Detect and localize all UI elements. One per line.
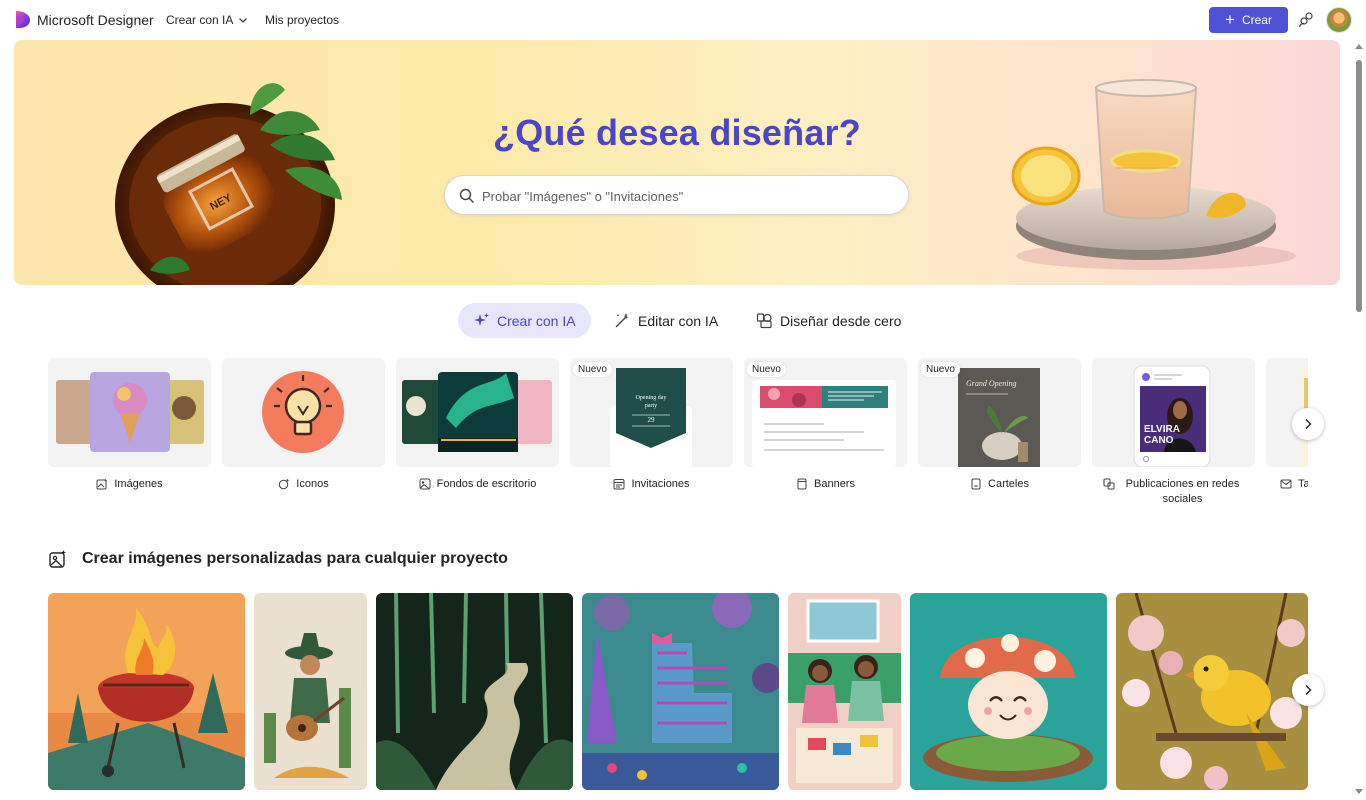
- category-cards-label: Ta: [1298, 478, 1308, 490]
- social-posts-preview: ELVIRA CANO: [1133, 365, 1211, 467]
- mode-tabs: Crear con IA Editar con IA Diseñar desde…: [0, 303, 1366, 339]
- gallery-next-button[interactable]: [1292, 674, 1324, 706]
- create-button[interactable]: + Crear: [1209, 7, 1288, 33]
- category-thumbnail: ELVIRA CANO: [1092, 358, 1255, 467]
- gallery-image-forest-path[interactable]: [376, 593, 573, 790]
- image-sparkle-icon: [49, 550, 66, 568]
- wallpapers-preview: [402, 372, 552, 452]
- category-social-posts-label: Publicaciones en redes sociales: [1125, 478, 1240, 505]
- poster-icon: [971, 478, 981, 490]
- invitation-card-text-1: Opening day: [636, 395, 667, 401]
- social-card-text-1: ELVIRA: [1144, 424, 1180, 435]
- category-posters-label: Carteles: [988, 478, 1029, 490]
- new-badge: Nuevo: [747, 362, 786, 377]
- category-thumbnail: Opening day party 29 Nuevo: [570, 358, 733, 467]
- image-sparkle-icon: [96, 478, 108, 490]
- category-wallpapers-label: Fondos de escritorio: [436, 478, 537, 490]
- category-invitations[interactable]: Opening day party 29 Nuevo Invitaciones: [570, 358, 733, 492]
- mail-icon: [1280, 479, 1292, 489]
- category-icons[interactable]: Iconos: [222, 358, 385, 492]
- section-header: Crear imágenes personalizadas para cualq…: [48, 549, 508, 569]
- hero-banner: NEY ¿Qué desea diseñar?: [14, 40, 1340, 285]
- category-thumbnail: [222, 358, 385, 467]
- category-social-posts[interactable]: ELVIRA CANO Publicaciones en redes socia…: [1092, 358, 1255, 507]
- magic-wand-icon: [615, 313, 628, 328]
- tab-create-with-ai-label: Crear con IA: [497, 312, 576, 329]
- gallery-image-pinata[interactable]: [582, 593, 779, 790]
- brand[interactable]: Microsoft Designer: [14, 10, 154, 29]
- category-thumbnail: [396, 358, 559, 467]
- tab-design-from-scratch-label: Diseñar desde cero: [780, 312, 902, 329]
- scroll-up-arrow-icon[interactable]: [1355, 44, 1363, 49]
- calendar-icon: [613, 479, 625, 490]
- category-posters[interactable]: Grand Opening Nuevo Carteles: [918, 358, 1081, 492]
- images-preview: [56, 372, 204, 452]
- section-title: Crear imágenes personalizadas para cualq…: [82, 550, 508, 567]
- new-badge: Nuevo: [921, 362, 960, 377]
- scroll-thumb[interactable]: [1356, 60, 1362, 312]
- image-gallery: [48, 593, 1308, 790]
- icons-preview: [262, 371, 344, 453]
- scroll-down-arrow-icon[interactable]: [1355, 789, 1363, 794]
- tab-edit-with-ai-label: Editar con IA: [638, 312, 719, 329]
- sparkle-icon: [474, 313, 489, 326]
- chevron-down-icon: [239, 18, 248, 23]
- plus-icon: +: [1225, 9, 1235, 29]
- category-thumbnail: [48, 358, 211, 467]
- share-people-icon[interactable]: [1298, 11, 1315, 28]
- top-bar: Microsoft Designer Crear con IA Mis proy…: [0, 0, 1366, 40]
- nav-create-ai-label: Crear con IA: [166, 13, 234, 27]
- gallery-image-yellow-bird[interactable]: [1116, 593, 1308, 790]
- gallery-image-mushroom[interactable]: [910, 593, 1107, 790]
- category-wallpapers[interactable]: Fondos de escritorio: [396, 358, 559, 492]
- category-carousel: Imágenes Iconos Fondos de escritorio Ope…: [48, 358, 1308, 518]
- social-card-text-2: CANO: [1144, 435, 1174, 446]
- search-icon: [459, 188, 474, 203]
- category-images-label: Imágenes: [114, 478, 163, 490]
- image-icon: [419, 478, 431, 490]
- create-button-label: Crear: [1241, 13, 1272, 27]
- chevron-right-icon: [1305, 419, 1312, 429]
- shapes-icon: [756, 313, 772, 329]
- category-images[interactable]: Imágenes: [48, 358, 211, 492]
- honey-jar-image: NEY: [115, 83, 342, 285]
- new-badge: Nuevo: [573, 362, 612, 377]
- category-invitations-label: Invitaciones: [631, 478, 690, 490]
- tab-design-from-scratch[interactable]: Diseñar desde cero: [756, 303, 901, 338]
- gallery-image-grill[interactable]: [48, 593, 245, 790]
- chevron-right-icon: [1305, 685, 1312, 695]
- brand-name: Microsoft Designer: [37, 11, 154, 28]
- icon-sparkle-icon: [279, 478, 290, 490]
- category-thumbnail: Grand Opening Nuevo: [918, 358, 1081, 467]
- user-avatar[interactable]: [1326, 7, 1352, 33]
- category-icons-label: Iconos: [296, 478, 329, 490]
- document-icon: [797, 478, 807, 490]
- categories-next-button[interactable]: [1292, 408, 1324, 440]
- nav-my-projects[interactable]: Mis proyectos: [265, 13, 339, 27]
- lemonade-glass-image: [1011, 79, 1296, 270]
- gallery-image-guitar-player[interactable]: [254, 593, 367, 790]
- invitation-card-text-2: party: [645, 403, 657, 409]
- social-post-icon: [1103, 478, 1114, 490]
- invitation-card-text-3: 29: [648, 416, 656, 424]
- category-banners[interactable]: Nuevo Banners: [744, 358, 907, 492]
- nav-create-ai-menu[interactable]: Crear con IA: [166, 13, 248, 27]
- page-scrollbar[interactable]: [1352, 40, 1366, 800]
- poster-card-text: Grand Opening: [966, 379, 1016, 388]
- designer-logo-icon: [16, 11, 30, 28]
- gallery-image-kids-reading[interactable]: [788, 593, 901, 790]
- tab-edit-with-ai[interactable]: Editar con IA: [614, 303, 718, 338]
- category-thumbnail: Nuevo: [744, 358, 907, 467]
- search-input[interactable]: [482, 185, 892, 207]
- tab-create-with-ai[interactable]: Crear con IA: [458, 303, 591, 338]
- search-box[interactable]: [444, 175, 909, 215]
- category-banners-label: Banners: [814, 478, 855, 490]
